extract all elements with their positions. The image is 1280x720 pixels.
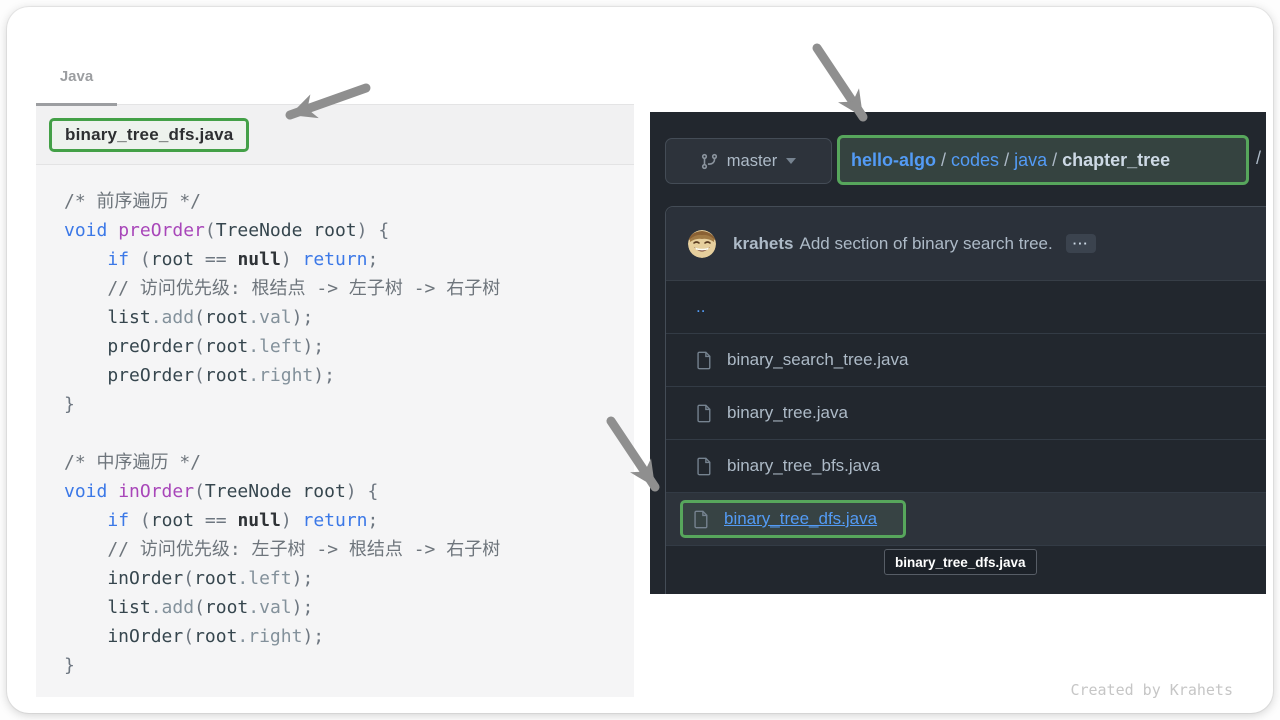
file-row: binary_tree.java bbox=[666, 387, 1266, 440]
breadcrumb-segment-java[interactable]: java bbox=[1014, 150, 1047, 171]
code-line: inOrder(root.right); bbox=[64, 622, 634, 651]
file-entry: binary_tree.java bbox=[696, 403, 848, 423]
git-branch-icon bbox=[701, 153, 718, 170]
code-line: /* 前序遍历 */ bbox=[64, 187, 634, 216]
code-line: } bbox=[64, 390, 634, 419]
code-line: if (root == null) return; bbox=[64, 245, 634, 274]
code-line: preOrder(root.left); bbox=[64, 332, 634, 361]
code-line: // 访问优先级: 左子树 -> 根结点 -> 右子树 bbox=[64, 535, 634, 564]
file-entry: binary_tree_bfs.java bbox=[696, 456, 880, 476]
commit-author[interactable]: krahets bbox=[733, 234, 793, 254]
chevron-down-icon bbox=[786, 158, 796, 164]
code-line bbox=[64, 419, 634, 448]
code-line: list.add(root.val); bbox=[64, 303, 634, 332]
branch-selector[interactable]: master bbox=[665, 138, 832, 184]
tab-java[interactable]: Java bbox=[36, 68, 117, 106]
breadcrumb-separator: / bbox=[1047, 150, 1062, 171]
file-icon bbox=[696, 457, 713, 476]
code-line: preOrder(root.right); bbox=[64, 361, 634, 390]
breadcrumb-separator: / bbox=[999, 150, 1014, 171]
code-line: // 访问优先级: 根结点 -> 左子树 -> 右子树 bbox=[64, 274, 634, 303]
parent-directory-row: .. bbox=[666, 281, 1266, 334]
breadcrumb-separator: / bbox=[936, 150, 951, 171]
file-link[interactable]: binary_tree_dfs.java bbox=[724, 509, 877, 529]
parent-directory-link[interactable]: .. bbox=[696, 297, 705, 317]
ellipsis-icon[interactable]: ··· bbox=[1066, 234, 1096, 253]
code-line: if (root == null) return; bbox=[64, 506, 634, 535]
file-link[interactable]: binary_tree_bfs.java bbox=[727, 456, 880, 476]
breadcrumb-segment-hello-algo[interactable]: hello-algo bbox=[851, 150, 936, 171]
code-line: inOrder(root.left); bbox=[64, 564, 634, 593]
breadcrumb-segment-codes[interactable]: codes bbox=[951, 150, 999, 171]
file-entry: binary_search_tree.java bbox=[696, 350, 908, 370]
file-icon bbox=[693, 510, 710, 529]
file-row: binary_tree_bfs.java bbox=[666, 440, 1266, 493]
filename-tooltip: binary_tree_dfs.java bbox=[884, 549, 1037, 575]
breadcrumb: hello-algo / codes / java / chapter_tree bbox=[837, 135, 1249, 185]
file-link[interactable]: binary_search_tree.java bbox=[727, 350, 908, 370]
breadcrumb-trailing-slash: / bbox=[1256, 148, 1261, 169]
file-list-box: krahets Add section of binary search tre… bbox=[665, 206, 1266, 594]
breadcrumb-segment-chapter_tree: chapter_tree bbox=[1062, 150, 1170, 171]
file-icon bbox=[696, 351, 713, 370]
file-list: .. binary_search_tree.java binary_tree.jav… bbox=[666, 281, 1266, 546]
page-card: Java binary_tree_dfs.java /* 前序遍历 */void… bbox=[7, 7, 1273, 713]
file-title-highlight: binary_tree_dfs.java bbox=[49, 118, 249, 152]
avatar[interactable] bbox=[688, 230, 716, 258]
code-tab-panel: Java binary_tree_dfs.java /* 前序遍历 */void… bbox=[36, 47, 634, 697]
code-block: /* 前序遍历 */void preOrder(TreeNode root) {… bbox=[36, 165, 634, 697]
credit-text: Created by Krahets bbox=[1070, 681, 1233, 699]
language-tab-bar: Java bbox=[36, 47, 634, 105]
code-line: void preOrder(TreeNode root) { bbox=[64, 216, 634, 245]
file-row: binary_tree_dfs.java bbox=[666, 493, 1266, 546]
highlighted-file-box: binary_tree_dfs.java bbox=[680, 500, 906, 538]
code-title-bar: binary_tree_dfs.java bbox=[36, 105, 634, 165]
code-line: /* 中序遍历 */ bbox=[64, 448, 634, 477]
latest-commit-row: krahets Add section of binary search tre… bbox=[666, 207, 1266, 281]
file-icon bbox=[696, 404, 713, 423]
github-file-browser: master hello-algo / codes / java / chapt… bbox=[650, 112, 1266, 594]
file-row: binary_search_tree.java bbox=[666, 334, 1266, 387]
code-line: void inOrder(TreeNode root) { bbox=[64, 477, 634, 506]
branch-name: master bbox=[727, 152, 777, 171]
code-line: list.add(root.val); bbox=[64, 593, 634, 622]
commit-message[interactable]: Add section of binary search tree. bbox=[799, 234, 1052, 254]
code-line: } bbox=[64, 651, 634, 680]
file-link[interactable]: binary_tree.java bbox=[727, 403, 848, 423]
